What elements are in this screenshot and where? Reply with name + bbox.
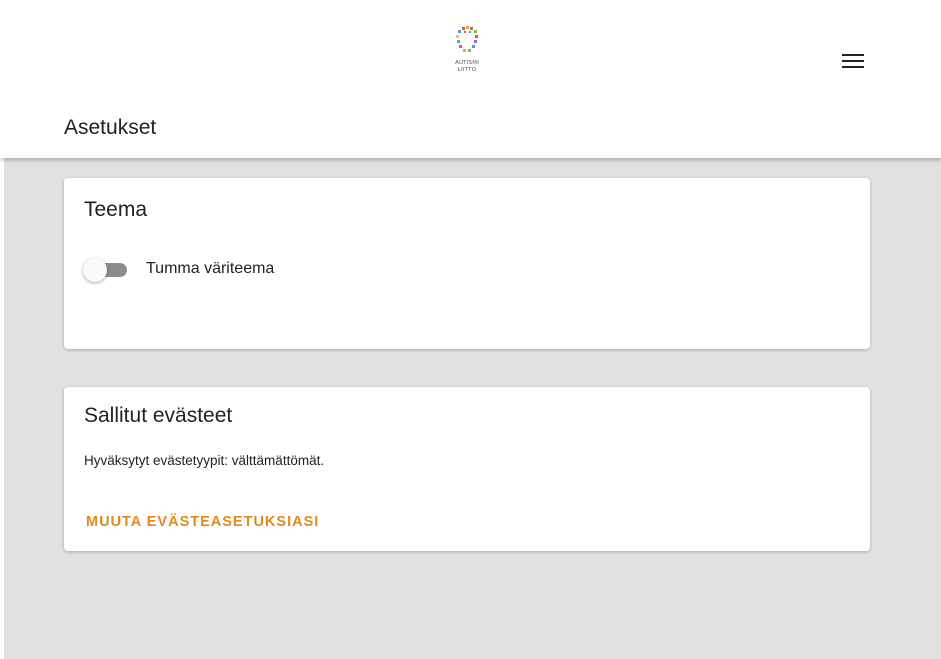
cookies-card: Sallitut evästeet Hyväksytyt evästetyypi… <box>64 387 870 551</box>
toggle-thumb <box>83 258 107 282</box>
cookies-card-title: Sallitut evästeet <box>84 404 233 427</box>
change-cookie-settings-button[interactable]: MUUTA EVÄSTEASETUKSIASI <box>78 504 327 540</box>
dark-theme-toggle-label[interactable]: Tumma väriteema <box>146 260 274 278</box>
autismiliitto-logo[interactable]: AUTISMI LIITTO <box>447 25 487 89</box>
dark-theme-toggle[interactable] <box>83 258 131 282</box>
menu-button[interactable] <box>836 46 870 76</box>
hamburger-menu-icon <box>842 54 864 68</box>
logo-text-line2: LIITTO <box>457 67 477 73</box>
page-title: Asetukset <box>64 116 157 139</box>
theme-card: Teema Tumma väriteema <box>64 178 870 349</box>
theme-card-title: Teema <box>84 198 148 221</box>
logo-mark-icon <box>456 26 478 52</box>
app-header: AUTISMI LIITTO Asetukset <box>0 0 941 158</box>
accepted-cookies-text: Hyväksytyt evästetyypit: välttämättömät. <box>84 453 325 468</box>
logo-text-line1: AUTISMI <box>454 60 480 66</box>
settings-content: Teema Tumma väriteema Sallitut evästeet … <box>4 158 941 659</box>
